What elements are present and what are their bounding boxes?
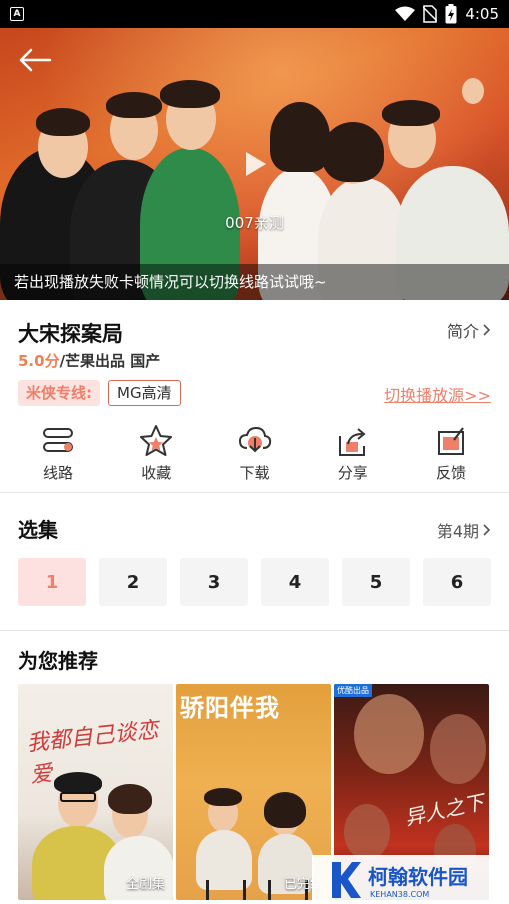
episodes-title: 选集: [18, 518, 58, 542]
action-label: 收藏: [141, 464, 172, 482]
poster-title: 异人之下: [402, 789, 486, 831]
episode-button-5[interactable]: 5: [342, 558, 410, 606]
action-download-button[interactable]: 下载: [215, 424, 295, 483]
watermark-name: 柯翰软件园: [368, 864, 468, 889]
show-title: 大宋探案局: [18, 322, 123, 346]
star-icon: [140, 425, 173, 456]
show-score: 5.0分: [18, 352, 60, 370]
watermark: 柯翰软件园 KEHAN38.COM: [312, 855, 509, 904]
action-label: 线路: [42, 464, 73, 482]
episode-current-link[interactable]: 第4期: [437, 518, 491, 542]
poster-title: 骄阳伴我: [180, 693, 280, 722]
episode-list: 1 2 3 4 5 6: [18, 558, 491, 606]
watermark-logo-icon: [332, 861, 361, 898]
recommendation-card-2[interactable]: 骄阳伴我 已完结: [176, 684, 331, 900]
episode-button-2[interactable]: 2: [99, 558, 167, 606]
episode-current-label: 第4期: [436, 522, 479, 541]
status-time: 4:05: [465, 5, 499, 23]
intro-label: 简介: [446, 322, 479, 341]
action-favorite-button[interactable]: 收藏: [116, 424, 196, 483]
app-notification-icon: A: [10, 7, 24, 21]
recommendation-card-1[interactable]: 我都自己谈恋爱 全剧集: [18, 684, 173, 900]
episode-button-6[interactable]: 6: [423, 558, 491, 606]
share-icon: [338, 428, 366, 456]
divider: [0, 492, 509, 493]
back-arrow-icon[interactable]: [18, 48, 52, 72]
status-bar: A 4:05: [0, 0, 509, 28]
cloud-download-icon: [238, 426, 271, 453]
action-toolbar: 线路 收藏 下载 分享 反馈: [18, 424, 491, 483]
line-row: 米侠专线: MG高清: [18, 380, 181, 406]
route-icon: [43, 428, 73, 452]
episode-button-3[interactable]: 3: [180, 558, 248, 606]
action-label: 分享: [337, 464, 368, 482]
action-label: 下载: [239, 464, 270, 482]
recommendations-title: 为您推荐: [18, 649, 98, 673]
episode-button-1[interactable]: 1: [18, 558, 86, 606]
feedback-icon: [438, 427, 464, 455]
poster-badge: 优酷出品: [334, 684, 372, 697]
vip-line-badge: 米侠专线:: [18, 380, 100, 406]
poster-tag: 全剧集: [125, 877, 165, 892]
playback-tip-banner: 若出现播放失败卡顿情况可以切换线路试试哦~: [0, 264, 509, 300]
status-icons: 4:05: [395, 4, 499, 24]
intro-link[interactable]: 简介: [447, 318, 491, 342]
show-meta: 5.0分/芒果出品 国产: [18, 350, 160, 371]
switch-source-link[interactable]: 切换播放源>>: [384, 382, 491, 406]
battery-icon: [445, 4, 457, 24]
show-source: /芒果出品 国产: [59, 352, 161, 370]
no-sim-icon: [423, 5, 438, 23]
video-overlay-label: 007亲测: [225, 214, 284, 232]
chevron-right-icon: [483, 324, 491, 336]
play-icon[interactable]: [244, 150, 268, 178]
action-share-button[interactable]: 分享: [313, 424, 393, 483]
watermark-url: KEHAN38.COM: [370, 889, 430, 899]
episode-button-4[interactable]: 4: [261, 558, 329, 606]
wifi-icon: [395, 6, 416, 21]
divider: [0, 630, 509, 631]
quality-chip[interactable]: MG高清: [108, 380, 181, 406]
action-route-button[interactable]: 线路: [18, 424, 98, 483]
action-feedback-button[interactable]: 反馈: [411, 424, 491, 483]
action-label: 反馈: [435, 464, 466, 482]
video-player[interactable]: 007亲测 若出现播放失败卡顿情况可以切换线路试试哦~: [0, 28, 509, 300]
chevron-right-icon: [483, 524, 491, 536]
